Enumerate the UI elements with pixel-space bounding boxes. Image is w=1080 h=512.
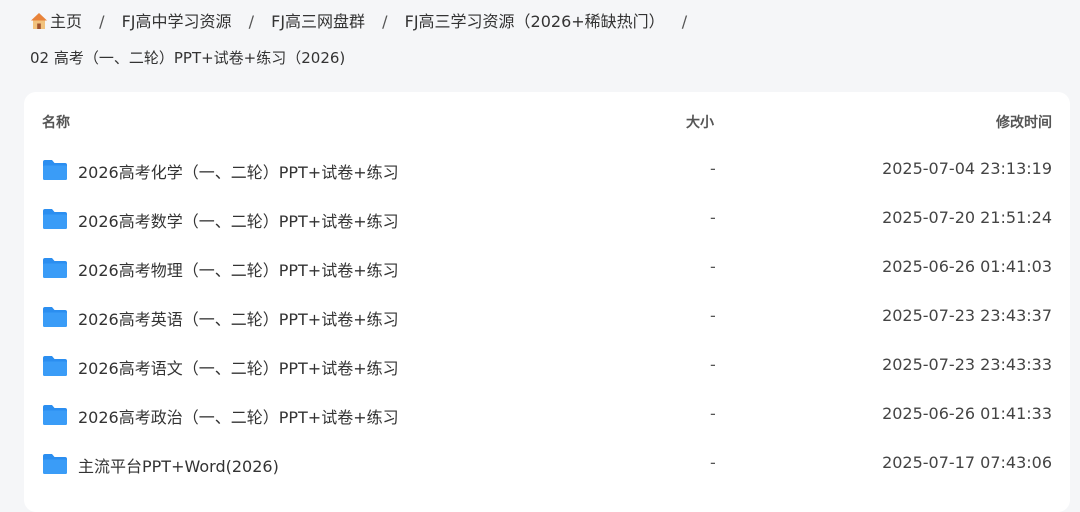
table-row[interactable]: 主流平台PPT+Word(2026) - 2025-07-17 07:43:06: [24, 440, 1070, 489]
breadcrumb-separator: /: [248, 12, 255, 31]
folder-icon: [43, 160, 67, 180]
breadcrumb-item-fj-resources[interactable]: FJ高中学习资源: [122, 12, 232, 31]
file-size: -: [710, 159, 716, 178]
breadcrumb-home-label: 主页: [50, 12, 83, 31]
table-header: 名称 大小 修改时间: [24, 92, 1070, 152]
file-size: -: [710, 453, 716, 472]
file-size: -: [710, 257, 716, 276]
file-name[interactable]: 2026高考英语（一、二轮）PPT+试卷+练习: [78, 306, 399, 330]
table-row[interactable]: 2026高考英语（一、二轮）PPT+试卷+练习 - 2025-07-23 23:…: [24, 293, 1070, 342]
file-modified-time: 2025-07-17 07:43:06: [882, 453, 1052, 472]
file-modified-time: 2025-07-23 23:43:33: [882, 355, 1052, 374]
file-name[interactable]: 2026高考数学（一、二轮）PPT+试卷+练习: [78, 208, 399, 232]
file-size: -: [710, 208, 716, 227]
breadcrumb-item-fj-group[interactable]: FJ高三网盘群: [271, 12, 365, 31]
folder-icon: [43, 356, 67, 376]
folder-icon: [43, 307, 67, 327]
table-row[interactable]: 2026高考政治（一、二轮）PPT+试卷+练习 - 2025-06-26 01:…: [24, 391, 1070, 440]
breadcrumb-separator: /: [681, 12, 688, 31]
file-name[interactable]: 2026高考物理（一、二轮）PPT+试卷+练习: [78, 257, 399, 281]
file-modified-time: 2025-07-23 23:43:37: [882, 306, 1052, 325]
folder-icon: [43, 454, 67, 474]
table-row[interactable]: 2026高考化学（一、二轮）PPT+试卷+练习 - 2025-07-04 23:…: [24, 146, 1070, 195]
column-header-size[interactable]: 大小: [686, 112, 714, 132]
file-name[interactable]: 2026高考语文（一、二轮）PPT+试卷+练习: [78, 355, 399, 379]
folder-icon: [43, 258, 67, 278]
file-modified-time: 2025-07-04 23:13:19: [882, 159, 1052, 178]
folder-icon: [43, 405, 67, 425]
file-modified-time: 2025-06-26 01:41:33: [882, 404, 1052, 423]
breadcrumb-home[interactable]: 主页: [30, 12, 87, 31]
folder-icon: [43, 209, 67, 229]
table-row[interactable]: 2026高考数学（一、二轮）PPT+试卷+练习 - 2025-07-20 21:…: [24, 195, 1070, 244]
file-name[interactable]: 主流平台PPT+Word(2026): [78, 453, 279, 477]
breadcrumb-item-fj-senior3[interactable]: FJ高三学习资源（2026+稀缺热门）: [405, 12, 665, 31]
breadcrumb-separator: /: [99, 12, 105, 31]
column-header-time[interactable]: 修改时间: [996, 112, 1052, 132]
table-row[interactable]: 2026高考物理（一、二轮）PPT+试卷+练习 - 2025-06-26 01:…: [24, 244, 1070, 293]
file-size: -: [710, 355, 716, 374]
column-header-name[interactable]: 名称: [42, 112, 70, 132]
home-icon: [31, 13, 47, 29]
file-size: -: [710, 404, 716, 423]
file-name[interactable]: 2026高考政治（一、二轮）PPT+试卷+练习: [78, 404, 399, 428]
breadcrumb-separator: /: [382, 12, 388, 31]
file-name[interactable]: 2026高考化学（一、二轮）PPT+试卷+练习: [78, 159, 399, 183]
table-row[interactable]: 2026高考语文（一、二轮）PPT+试卷+练习 - 2025-07-23 23:…: [24, 342, 1070, 391]
breadcrumb-item-current[interactable]: 02 高考（一、二轮）PPT+试卷+练习（2026): [30, 49, 345, 67]
file-size: -: [710, 306, 716, 325]
file-modified-time: 2025-06-26 01:41:03: [882, 257, 1052, 276]
breadcrumb: 主页 / FJ高中学习资源 / FJ高三网盘群 / FJ高三学习资源（2026+…: [30, 8, 1060, 72]
file-modified-time: 2025-07-20 21:51:24: [882, 208, 1052, 227]
file-list: 名称 大小 修改时间 2026高考化学（一、二轮）PPT+试卷+练习 - 202…: [24, 92, 1070, 512]
